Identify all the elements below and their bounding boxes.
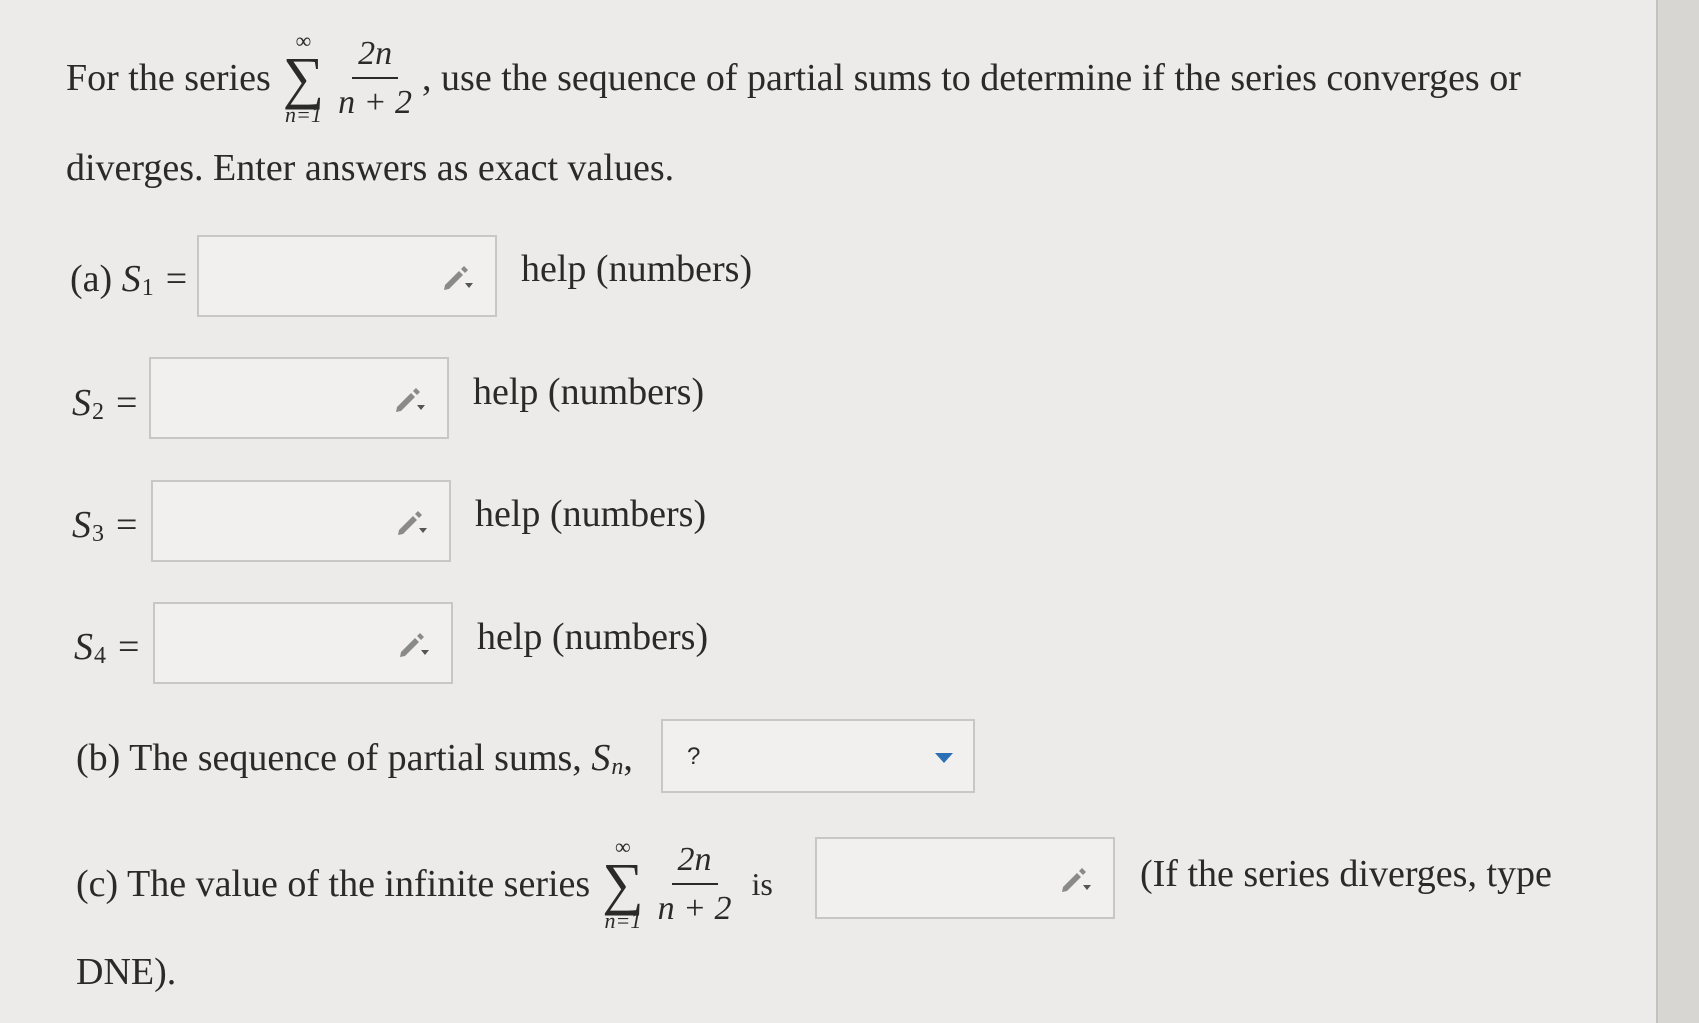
- question-line-1: For the series ∞ ∑ n=1 2n n + 2 , use th…: [66, 30, 1521, 126]
- sigma-lower-limit: n=1: [604, 908, 642, 934]
- dne-note-end: DNE).: [76, 951, 177, 993]
- s-symbol: S: [74, 626, 93, 668]
- series-sigma: ∞ ∑ n=1: [602, 836, 643, 932]
- fraction-numerator: 2n: [352, 34, 399, 80]
- part-c-line: (c) The value of the infinite series ∞ ∑…: [76, 836, 773, 932]
- sigma-symbol: ∑: [602, 851, 644, 916]
- question-instructions: diverges. Enter answers as exact values.: [66, 147, 675, 189]
- equals-sign: =: [165, 258, 188, 300]
- sigma-symbol: ∑: [282, 45, 325, 110]
- equals-sign: =: [116, 504, 138, 546]
- s-symbol: S: [72, 504, 91, 546]
- pencil-icon[interactable]: [393, 385, 429, 415]
- caret-down-icon: [935, 753, 953, 763]
- s4-answer-input[interactable]: [153, 602, 453, 684]
- fraction-numerator: 2n: [671, 840, 718, 886]
- pencil-icon[interactable]: [441, 263, 477, 293]
- equals-sign: =: [118, 626, 140, 668]
- s1-help-link[interactable]: help (numbers): [521, 247, 752, 291]
- select-value: ?: [687, 743, 701, 770]
- part-a-label: (a): [70, 258, 113, 300]
- part-c-text: (c) The value of the infinite series: [76, 863, 591, 906]
- s-symbol: S: [72, 382, 91, 424]
- sigma-lower-limit: n=1: [284, 102, 322, 128]
- question-intro: For the series: [66, 57, 271, 100]
- pencil-icon[interactable]: [397, 630, 433, 660]
- s-symbol: S: [591, 737, 611, 779]
- s-symbol: S: [121, 258, 141, 300]
- s2-help-link[interactable]: help (numbers): [473, 370, 704, 414]
- question-after-sum: , use the sequence of partial sums to de…: [422, 57, 1521, 100]
- s3-help-link[interactable]: help (numbers): [475, 492, 706, 536]
- dne-note: (If the series diverges, type: [1140, 853, 1552, 895]
- s2-answer-input[interactable]: [149, 357, 449, 439]
- s-subscript: 4: [94, 642, 106, 669]
- s1-answer-input[interactable]: [197, 235, 497, 317]
- equals-sign: =: [116, 382, 138, 424]
- dne-note-line-2: DNE).: [76, 950, 176, 994]
- series-value-input[interactable]: [815, 837, 1115, 919]
- fraction-denominator: n + 2: [338, 84, 413, 122]
- s-subscript: 2: [92, 398, 104, 425]
- is-text: is: [751, 865, 773, 902]
- s-subscript: n: [611, 753, 624, 780]
- s3-label: S3 =: [72, 503, 149, 547]
- problem-page: For the series ∞ ∑ n=1 2n n + 2 , use th…: [0, 0, 1658, 1023]
- series-sigma: ∞ ∑ n=1: [283, 30, 324, 126]
- s1-label: (a) S1 =: [70, 257, 199, 301]
- series-fraction: 2n n + 2: [332, 34, 418, 122]
- convergence-select[interactable]: ?: [661, 719, 975, 793]
- s-subscript: 1: [141, 274, 154, 301]
- pencil-icon[interactable]: [395, 508, 431, 538]
- pencil-icon[interactable]: [1059, 865, 1095, 895]
- part-b-text: (b) The sequence of partial sums,: [76, 737, 582, 779]
- series-fraction: 2n n + 2: [652, 840, 738, 928]
- question-line-2: diverges. Enter answers as exact values.: [66, 146, 674, 190]
- fraction-denominator: n + 2: [657, 890, 732, 928]
- part-b-line: (b) The sequence of partial sums, Sn,: [76, 736, 633, 780]
- s3-answer-input[interactable]: [151, 480, 451, 562]
- s4-label: S4 =: [74, 625, 151, 669]
- s4-help-link[interactable]: help (numbers): [477, 615, 708, 659]
- s-subscript: 3: [92, 520, 104, 547]
- s2-label: S2 =: [72, 381, 149, 425]
- comma: ,: [623, 737, 633, 779]
